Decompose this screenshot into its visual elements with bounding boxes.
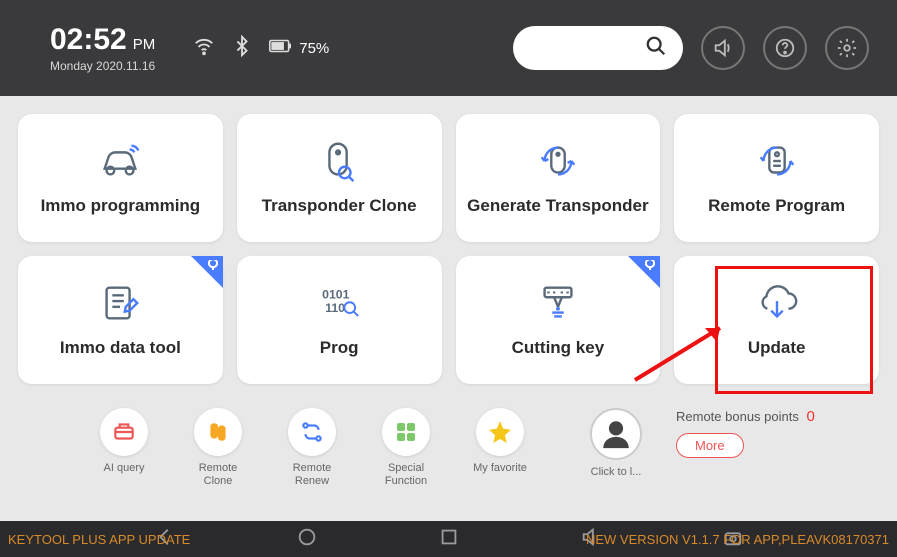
clock-ampm: PM	[133, 36, 156, 53]
search-icon	[645, 35, 667, 62]
key-search-icon	[316, 140, 362, 182]
tile-immo-programming[interactable]: Immo programming	[18, 114, 223, 242]
tile-label: Cutting key	[506, 338, 611, 358]
tile-transponder-clone[interactable]: Transponder Clone	[237, 114, 442, 242]
tile-remote-program[interactable]: Remote Program	[674, 114, 879, 242]
key-refresh-icon	[535, 140, 581, 182]
clock-date: Monday 2020.11.16	[50, 59, 155, 73]
shortcut-label: Remote Renew	[278, 462, 346, 487]
volume-button[interactable]	[701, 26, 745, 70]
binary-search-icon: 0101110	[316, 282, 362, 324]
shortcut-my-favorite[interactable]: My favorite	[466, 408, 534, 475]
remote-refresh-icon	[754, 140, 800, 182]
tile-label: Generate Transponder	[461, 196, 654, 216]
bluetooth-icon	[231, 35, 253, 62]
help-button[interactable]	[763, 26, 807, 70]
main-grid: Immo programming Transponder Clone Gener…	[0, 96, 897, 402]
cloud-download-icon	[754, 282, 800, 324]
tile-label: Immo data tool	[54, 338, 187, 358]
android-nav-bar	[0, 521, 897, 557]
svg-text:110: 110	[325, 301, 345, 315]
shortcut-remote-clone[interactable]: Remote Clone	[184, 408, 252, 487]
shortcut-row: AI query Remote Clone Remote Renew Speci…	[0, 402, 897, 487]
shortcut-remote-renew[interactable]: Remote Renew	[278, 408, 346, 487]
tile-generate-transponder[interactable]: Generate Transponder	[456, 114, 661, 242]
shortcut-special-function[interactable]: Special Function	[372, 408, 440, 487]
clock-time: 02:52	[50, 23, 127, 57]
tile-label: Prog	[314, 338, 365, 358]
recent-nav-icon[interactable]	[438, 526, 460, 553]
tile-update[interactable]: Update	[674, 256, 879, 384]
more-button[interactable]: More	[676, 433, 744, 458]
battery-icon	[269, 35, 291, 61]
tile-label: Transponder Clone	[256, 196, 423, 216]
home-nav-icon[interactable]	[296, 526, 318, 553]
car-key-icon	[97, 140, 143, 182]
settings-button[interactable]	[825, 26, 869, 70]
volume-nav-icon[interactable]	[580, 526, 602, 553]
cutting-machine-icon	[535, 282, 581, 324]
tile-cutting-key[interactable]: Cutting key	[456, 256, 661, 384]
cloud-badge-icon	[191, 256, 223, 288]
shortcut-label: Special Function	[372, 462, 440, 487]
svg-text:0101: 0101	[322, 287, 349, 301]
tile-prog[interactable]: 0101110 Prog	[237, 256, 442, 384]
shortcut-label: Remote Clone	[184, 462, 252, 487]
bonus-count: 0	[806, 408, 814, 425]
login-avatar[interactable]: Click to l...	[590, 408, 642, 479]
bonus-block: Remote bonus points 0 More	[676, 408, 815, 458]
screenshot-nav-icon[interactable]	[722, 526, 744, 553]
wifi-icon	[193, 35, 215, 62]
clock-block: 02:52 PM Monday 2020.11.16	[50, 23, 155, 73]
tile-label: Update	[742, 338, 812, 358]
search-input[interactable]	[513, 26, 683, 70]
tile-label: Remote Program	[702, 196, 851, 216]
avatar-icon	[590, 408, 642, 460]
shortcut-label: My favorite	[473, 462, 527, 475]
avatar-label: Click to l...	[591, 466, 642, 479]
bonus-label: Remote bonus points	[676, 409, 799, 424]
tile-immo-data-tool[interactable]: Immo data tool	[18, 256, 223, 384]
document-edit-icon	[97, 282, 143, 324]
back-nav-icon[interactable]	[154, 526, 176, 553]
cloud-badge-icon	[628, 256, 660, 288]
battery-percent: 75%	[299, 40, 329, 57]
header-bar: 02:52 PM Monday 2020.11.16 75%	[0, 0, 897, 96]
shortcut-label: AI query	[104, 462, 145, 475]
shortcut-ai-query[interactable]: AI query	[90, 408, 158, 475]
tile-label: Immo programming	[35, 196, 207, 216]
